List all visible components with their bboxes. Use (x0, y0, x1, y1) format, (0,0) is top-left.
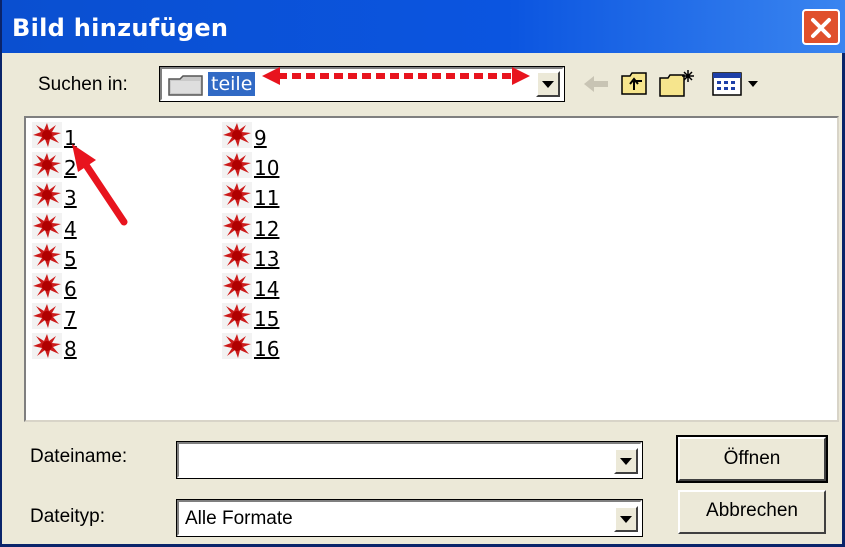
filename-field[interactable] (176, 441, 643, 479)
filetype-label: Dateityp: (30, 506, 105, 527)
new-folder-icon[interactable] (658, 68, 698, 98)
file-icon (222, 182, 252, 213)
file-name: 12 (254, 216, 280, 241)
look-in-dropdown-button[interactable] (536, 71, 560, 97)
file-name: 7 (64, 307, 77, 332)
filename-dropdown-button[interactable] (614, 448, 638, 474)
file-name: 14 (254, 277, 280, 301)
file-icon (222, 212, 252, 244)
back-icon[interactable] (582, 74, 610, 94)
file-icon (222, 333, 252, 364)
filetype-dropdown-button[interactable] (614, 506, 638, 532)
file-icon (32, 303, 62, 334)
close-button[interactable] (802, 9, 840, 45)
filename-label: Dateiname: (30, 446, 128, 467)
file-name: 11 (254, 186, 280, 211)
file-icon (32, 242, 62, 274)
file-icon (222, 122, 252, 153)
file-icon (32, 152, 62, 183)
filetype-value: Alle Formate (185, 508, 293, 529)
open-button[interactable]: Öffnen (676, 435, 828, 483)
window-title: Bild hinzufügen (12, 14, 229, 42)
file-icon (32, 182, 62, 213)
file-list[interactable]: 1 2 3 4 5 6 7 8 9 10 11 12 13 14 15 16 (24, 116, 839, 422)
file-name: 6 (64, 277, 77, 301)
file-icon (32, 333, 62, 364)
annotation-arrow (72, 144, 128, 226)
cancel-button[interactable]: Abbrechen (678, 490, 826, 534)
file-icon (32, 273, 62, 304)
look-in-label: Suchen in: (38, 74, 128, 95)
file-name: 9 (254, 126, 267, 150)
file-name: 16 (254, 337, 280, 362)
file-icon (222, 303, 252, 334)
up-folder-icon[interactable] (620, 70, 650, 96)
file-name: 13 (254, 246, 280, 271)
file-name: 8 (64, 337, 77, 362)
close-icon (811, 18, 831, 38)
view-menu-icon[interactable] (712, 72, 762, 96)
folder-icon (168, 75, 203, 96)
file-icon (222, 152, 252, 183)
annotation-double-arrow (262, 67, 530, 85)
file-icon (222, 242, 252, 274)
file-icon (32, 122, 62, 153)
file-icon (222, 273, 252, 304)
file-name: 10 (254, 156, 280, 181)
title-bar[interactable]: Bild hinzufügen (2, 0, 845, 53)
file-name: 5 (64, 246, 77, 271)
file-icon (32, 212, 62, 244)
look-in-value: teile (208, 72, 256, 96)
file-name: 15 (254, 307, 280, 332)
filetype-select[interactable]: Alle Formate (176, 499, 643, 537)
dialog-window: Bild hinzufügen Suchen in: teile 1 2 3 4… (0, 0, 845, 547)
